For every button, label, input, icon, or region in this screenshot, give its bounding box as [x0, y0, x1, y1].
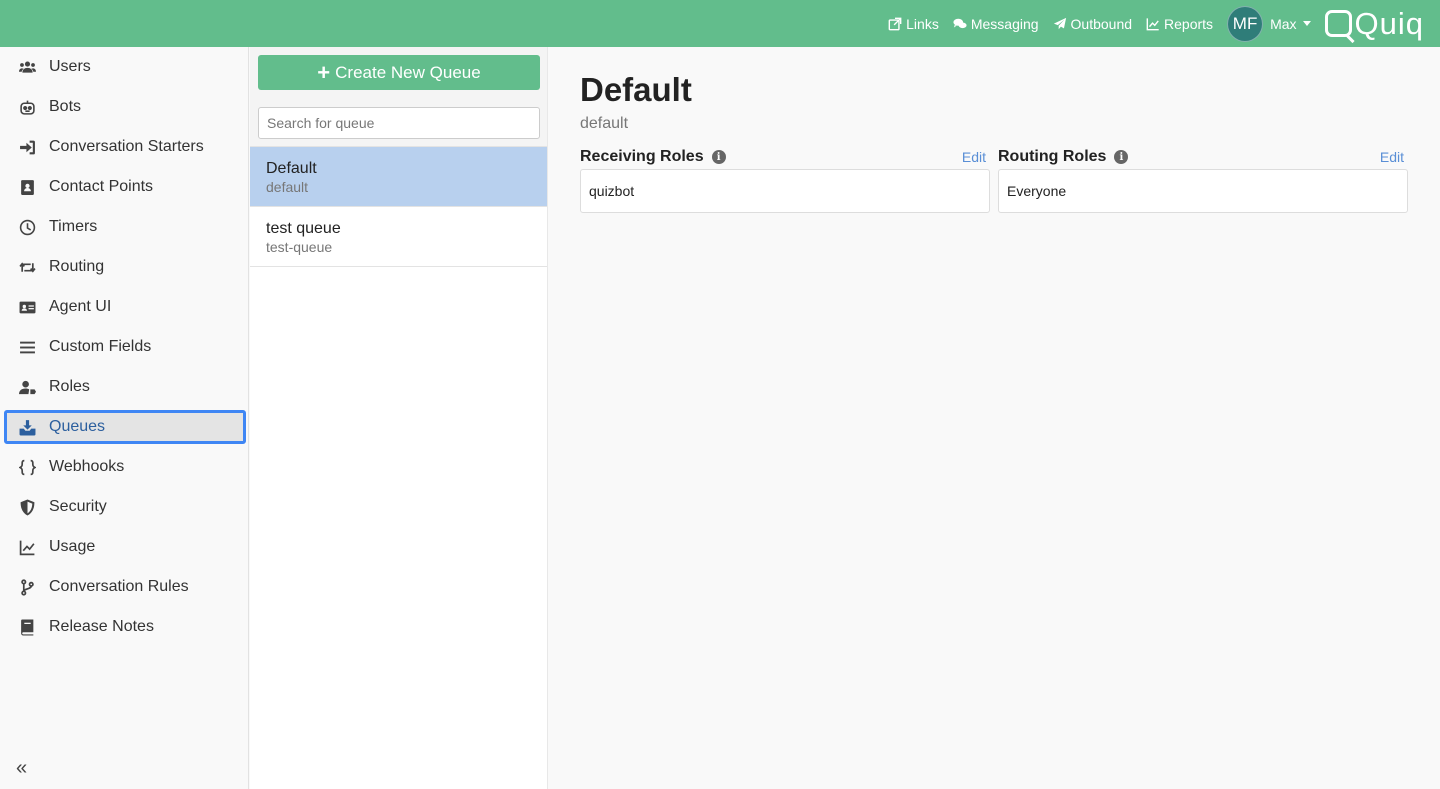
- book-icon: [17, 617, 37, 637]
- sidebar-item-usage[interactable]: Usage: [4, 530, 246, 564]
- routing-roles-edit-link[interactable]: Edit: [1380, 149, 1408, 165]
- sidebar-item-label: Bots: [49, 98, 82, 115]
- external-link-icon: [888, 17, 902, 30]
- users-icon: [17, 57, 37, 77]
- robot-icon: [17, 97, 37, 117]
- reports-link[interactable]: Reports: [1146, 16, 1213, 32]
- sidebar-item-label: Security: [49, 498, 107, 515]
- code-branch-icon: [17, 577, 37, 597]
- sidebar-item-label: Custom Fields: [49, 338, 152, 355]
- clock-icon: [17, 217, 37, 237]
- shield-icon: [17, 497, 37, 517]
- sidebar-item-conversation-starters[interactable]: Conversation Starters: [4, 130, 246, 164]
- sidebar-item-timers[interactable]: Timers: [4, 210, 246, 244]
- user-menu[interactable]: Max: [1270, 15, 1311, 32]
- queue-list-item-test-queue[interactable]: test queue test-queue: [250, 207, 547, 267]
- bars-icon: [17, 337, 37, 357]
- sidebar-item-security[interactable]: Security: [4, 490, 246, 524]
- sidebar-item-label: Timers: [49, 218, 98, 235]
- queue-list-panel: + Create New Queue Default default test …: [250, 47, 548, 789]
- sidebar-item-label: Webhooks: [49, 458, 125, 475]
- top-bar: Links Messaging Outbound Reports MF Max …: [0, 0, 1440, 47]
- sidebar-item-label: Conversation Rules: [49, 578, 189, 595]
- chart-line-icon: [1146, 17, 1159, 30]
- line-chart-icon: [17, 537, 37, 557]
- sidebar-item-label: Agent UI: [49, 298, 112, 315]
- sidebar-item-label: Queues: [49, 418, 106, 435]
- user-tag-icon: [17, 377, 37, 397]
- double-chevron-left-icon[interactable]: «: [16, 757, 27, 780]
- receiving-roles-section: Receiving Roles i Edit quizbot: [580, 147, 990, 213]
- routing-roles-header: Routing Roles i Edit: [998, 147, 1408, 167]
- receiving-roles-heading: Receiving Roles i: [580, 148, 726, 166]
- queue-list-item-default[interactable]: Default default: [250, 147, 547, 207]
- queue-id: test-queue: [266, 239, 333, 255]
- sidebar-item-routing[interactable]: Routing: [4, 250, 246, 284]
- sidebar-item-agent-ui[interactable]: Agent UI: [4, 290, 246, 324]
- sidebar-item-queues[interactable]: Queues: [4, 410, 246, 444]
- paper-plane-icon: [1053, 17, 1066, 29]
- sidebar-item-label: Conversation Starters: [49, 138, 204, 155]
- caret-down-icon: [1302, 21, 1311, 26]
- queue-name: test queue: [266, 220, 341, 237]
- routing-roles-heading: Routing Roles i: [998, 148, 1129, 166]
- top-nav: Links Messaging Outbound Reports MF Max …: [874, 5, 1424, 42]
- braces-icon: [17, 457, 37, 477]
- plus-icon: +: [317, 59, 331, 85]
- create-new-queue-button[interactable]: + Create New Queue: [258, 55, 540, 90]
- quiq-logo: Quiq: [1324, 5, 1424, 42]
- queue-id: default: [266, 179, 309, 195]
- sidebar-item-label: Roles: [49, 378, 90, 395]
- messaging-link[interactable]: Messaging: [953, 16, 1039, 32]
- address-book-icon: [17, 177, 37, 197]
- sidebar-item-label: Release Notes: [49, 618, 154, 635]
- sidebar-item-contact-points[interactable]: Contact Points: [4, 170, 246, 204]
- reports-label: Reports: [1164, 15, 1214, 32]
- routing-roles-value: Everyone: [998, 169, 1408, 213]
- sidebar-item-label: Contact Points: [49, 178, 154, 195]
- page-title: Default: [580, 71, 692, 108]
- user-name-label: Max: [1270, 15, 1297, 32]
- sidebar-item-users[interactable]: Users: [4, 50, 246, 84]
- sidebar-item-bots[interactable]: Bots: [4, 90, 246, 124]
- links-label: Links: [906, 15, 939, 32]
- retweet-icon: [17, 257, 37, 277]
- sidebar-item-release-notes[interactable]: Release Notes: [4, 610, 246, 644]
- receiving-roles-label: Receiving Roles: [580, 148, 704, 165]
- sidebar-item-label: Users: [49, 58, 91, 75]
- logo-text: Quiq: [1354, 5, 1424, 41]
- sign-in-icon: [17, 137, 37, 157]
- queue-list-header: + Create New Queue: [250, 47, 547, 147]
- sidebar-item-webhooks[interactable]: Webhooks: [4, 450, 246, 484]
- comments-icon: [953, 18, 967, 28]
- inbox-download-icon: [17, 417, 37, 437]
- sidebar-item-label: Usage: [49, 538, 96, 555]
- sidebar-item-label: Routing: [49, 258, 105, 275]
- logo-mark-icon: [1324, 10, 1352, 37]
- queue-detail: Default default Receiving Roles i Edit q…: [549, 47, 1440, 789]
- sidebar: Users Bots Conversation Starters Contact…: [0, 47, 249, 789]
- outbound-label: Outbound: [1070, 15, 1133, 32]
- search-queue-input[interactable]: [258, 107, 540, 139]
- page-subtitle: default: [580, 115, 629, 132]
- receiving-roles-value: quizbot: [580, 169, 990, 213]
- create-queue-label: Create New Queue: [335, 62, 481, 82]
- sidebar-item-roles[interactable]: Roles: [4, 370, 246, 404]
- id-card-icon: [17, 297, 37, 317]
- sidebar-item-custom-fields[interactable]: Custom Fields: [4, 330, 246, 364]
- sidebar-item-conversation-rules[interactable]: Conversation Rules: [4, 570, 246, 604]
- outbound-link[interactable]: Outbound: [1053, 15, 1133, 32]
- avatar[interactable]: MF: [1227, 5, 1264, 42]
- receiving-roles-header: Receiving Roles i Edit: [580, 147, 990, 167]
- receiving-roles-edit-link[interactable]: Edit: [962, 149, 990, 165]
- routing-roles-section: Routing Roles i Edit Everyone: [998, 147, 1408, 213]
- info-icon[interactable]: i: [1114, 150, 1129, 164]
- messaging-label: Messaging: [970, 15, 1039, 32]
- info-icon[interactable]: i: [711, 150, 726, 164]
- routing-roles-label: Routing Roles: [998, 148, 1107, 165]
- links-link[interactable]: Links: [888, 16, 939, 32]
- queue-name: Default: [266, 160, 317, 177]
